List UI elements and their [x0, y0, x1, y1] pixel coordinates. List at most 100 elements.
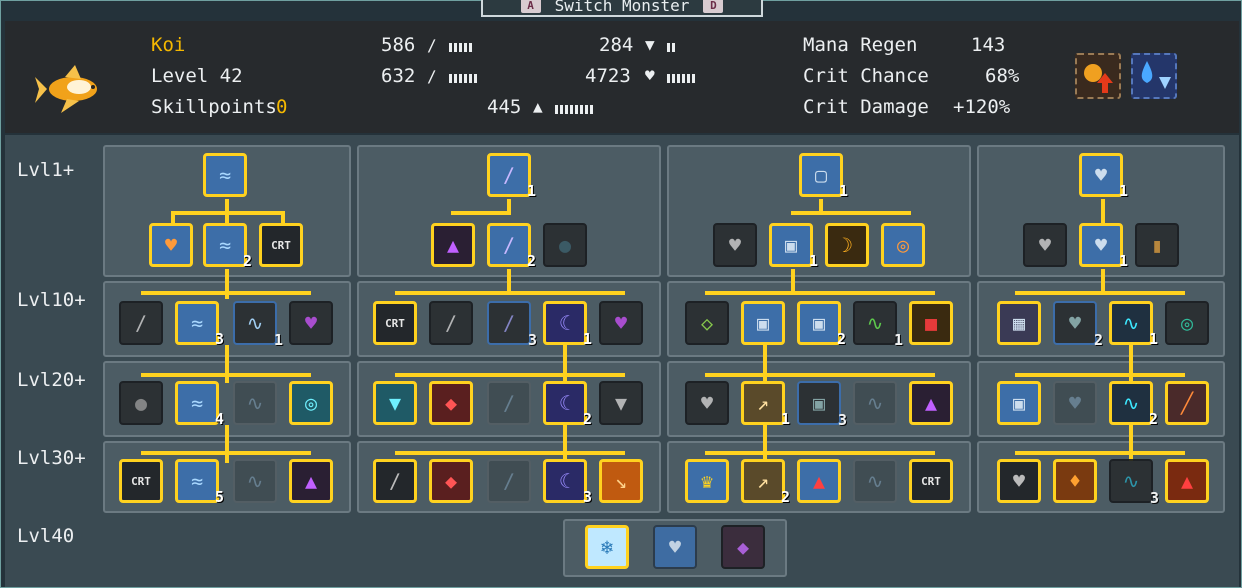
tree3-lvl30-crit-skill[interactable]: CRT — [909, 459, 953, 503]
level-label-1: Lvl1+ — [17, 159, 75, 181]
tree1-lvl30-potion-skill[interactable]: ▲ — [289, 459, 333, 503]
tree4-lvl10-skill-d[interactable]: ◎ — [1165, 301, 1209, 345]
tree2-lvl30-skill-a[interactable]: ∕ — [373, 459, 417, 503]
tree2-root-skill[interactable]: ∕ 1 — [487, 153, 536, 200]
tree3-lvl30-crown-skill[interactable]: ♛ — [685, 459, 729, 503]
tree2-lvl10-crit-skill[interactable]: CRT — [373, 301, 417, 345]
koi-fish-icon — [35, 65, 97, 113]
heart-icon: ♥ — [645, 66, 655, 85]
lvl40-leaf-skill[interactable]: ◆ — [721, 525, 765, 569]
crit-chance-value: 68% — [985, 65, 1020, 87]
mana-regen-label: Mana Regen — [803, 34, 918, 56]
tree4-lvl20-skill-a[interactable]: ▣ — [997, 381, 1041, 425]
tree1-heart-skill[interactable]: ♥ — [149, 223, 193, 267]
tree1-lvl30-crit-skill[interactable]: CRT — [119, 459, 163, 503]
tree2-lvl20-skill-e[interactable]: ▼ — [599, 381, 643, 425]
wand-icon: ∕ — [427, 67, 437, 86]
window-title: Switch Monster — [554, 0, 690, 15]
shield-icon: ▼ — [645, 35, 655, 54]
tree3-lvl20-claw-skill[interactable]: ↗ 1 — [741, 381, 790, 428]
tree2-cauldron-skill[interactable]: ● — [543, 223, 587, 267]
tree1-lvl10-skill-c[interactable]: ∿ 1 — [233, 301, 283, 349]
lvl40-ice-skill[interactable]: ❄ — [585, 525, 629, 569]
tree2-lvl10-skill-b[interactable]: ∕ — [429, 301, 473, 345]
defense-value: 284 — [599, 34, 634, 56]
potion-icon: ▲ — [533, 97, 543, 116]
tree3-lvl20-skill-d[interactable]: ∿ — [853, 381, 897, 425]
lvl40-hearts-skill[interactable]: ♥ — [653, 525, 697, 569]
tree1-root-skill[interactable]: ≈ — [203, 153, 247, 197]
tree3-lvl10-skill-b[interactable]: ▣ — [741, 301, 785, 345]
tree4-heart-skill[interactable]: ♥ — [1023, 223, 1067, 267]
tree4-lvl30-heart-skill[interactable]: ♥ — [997, 459, 1041, 503]
tree3-heart-skill[interactable]: ♥ — [713, 223, 757, 267]
tree4-barrel-skill[interactable]: ▮ — [1135, 223, 1179, 267]
tree1-lvl20-skill-d[interactable]: ◎ — [289, 381, 333, 425]
next-monster-key[interactable]: D — [703, 0, 724, 13]
attack-value: 586 — [381, 34, 416, 56]
attack-up-buff-icon[interactable] — [1075, 53, 1121, 99]
tree1-lvl10-skill-a[interactable]: ∕ — [119, 301, 163, 345]
tree1-lvl30-skill-c[interactable]: ∿ — [233, 459, 277, 503]
tree3-lvl20-skill-a[interactable]: ♥ — [685, 381, 729, 425]
tree2-lvl10-skill-e[interactable]: ♥ — [599, 301, 643, 345]
water-defense-buff-icon[interactable] — [1131, 53, 1177, 99]
tree2-lvl30-arrow-skill[interactable]: ↘ — [599, 459, 643, 503]
tree3-lvl10-skill-e[interactable]: ■ — [909, 301, 953, 345]
tree3-root-skill[interactable]: ▢ 1 — [799, 153, 848, 200]
mana-value: 445 — [487, 96, 522, 118]
tree1-crit-skill[interactable]: CRT — [259, 223, 303, 267]
tree3-lvl30-claw-skill[interactable]: ↗ 2 — [741, 459, 790, 506]
tree4-hearts-skill[interactable]: ♥ 1 — [1079, 223, 1128, 270]
tree2-lvl20-moon-skill[interactable]: ☾ 2 — [543, 381, 592, 428]
tree3-orb-skill[interactable]: ◎ — [881, 223, 925, 267]
tree1-lvl20-skill-b[interactable]: ≈4 — [175, 381, 224, 428]
prev-monster-key[interactable]: A — [520, 0, 541, 13]
tree1-lvl20-skill-a[interactable]: ● — [119, 381, 163, 425]
switch-monster-window: A Switch Monster D Koi Level 42 Skillpoi… — [0, 0, 1242, 588]
tree1-lvl10-skill-b[interactable]: ≈3 — [175, 301, 224, 348]
tree3-lvl30-up-skill[interactable]: ▲ — [797, 459, 841, 503]
tree2-lvl30-skill-b[interactable]: ◆ — [429, 459, 473, 503]
tree3-lvl10-skill-d[interactable]: ∿ 1 — [853, 301, 903, 349]
tree3-lvl10-skill-c[interactable]: ▣ 2 — [797, 301, 846, 348]
tree2-wand-skill[interactable]: ∕ 2 — [487, 223, 536, 270]
tree4-lvl10-wave-skill[interactable]: ∿ 1 — [1109, 301, 1158, 348]
tree4-lvl30-up-skill[interactable]: ▲ — [1165, 459, 1209, 503]
tree3-lvl30-skill-d[interactable]: ∿ — [853, 459, 897, 503]
tree4-lvl20-wave-skill[interactable]: ∿ 2 — [1109, 381, 1158, 428]
tree1-lvl20-skill-c[interactable]: ∿ — [233, 381, 277, 425]
tree1-lvl30-feather-skill[interactable]: ≈5 — [175, 459, 224, 506]
tree2-lvl30-skill-c[interactable]: ∕ — [487, 459, 531, 503]
tree3-lvl20-potion-skill[interactable]: ▲ — [909, 381, 953, 425]
tree3-moon-skill[interactable]: ☽ — [825, 223, 869, 267]
monster-name: Koi — [151, 34, 186, 56]
tree4-root-skill[interactable]: ♥ 1 — [1079, 153, 1128, 200]
magic-attack-bar — [449, 74, 477, 83]
tree2-lvl20-skill-a[interactable]: ▼ — [373, 381, 417, 425]
tree2-lvl10-skill-c[interactable]: ∕ 3 — [487, 301, 537, 349]
tree1-lvl10-skill-d[interactable]: ♥ — [289, 301, 333, 345]
tree4-lvl10-skill-b[interactable]: ♥ 2 — [1053, 301, 1103, 349]
tree1-feather-skill[interactable]: ≈2 — [203, 223, 252, 270]
sword-icon: ∕ — [427, 36, 437, 55]
magic-attack-value: 632 — [381, 65, 416, 87]
tree2-lvl20-skill-c[interactable]: ∕ — [487, 381, 531, 425]
health-value: 4723 — [585, 65, 631, 87]
mana-regen-value: 143 — [971, 34, 1006, 56]
tree3-lvl20-skill-c[interactable]: ▣ 3 — [797, 381, 847, 429]
skillpoints-label: Skillpoints — [151, 96, 277, 118]
tree2-lvl20-skill-b[interactable]: ◆ — [429, 381, 473, 425]
tree4-lvl30-wave-skill[interactable]: ∿ 3 — [1109, 459, 1159, 507]
monster-stats-header: Koi Level 42 Skillpoints 0 586 ∕ 632 ∕ 2… — [5, 21, 1239, 133]
tree2-potion-skill[interactable]: ▲ — [431, 223, 475, 267]
tree4-lvl30-fire-skill[interactable]: ♦ — [1053, 459, 1097, 503]
tree4-lvl20-rain-skill[interactable]: ╱ — [1165, 381, 1209, 425]
tree4-lvl10-skill-a[interactable]: ▦ — [997, 301, 1041, 345]
tree4-lvl20-skill-b[interactable]: ♥ — [1053, 381, 1097, 425]
tree3-armor-skill[interactable]: ▣ 1 — [769, 223, 818, 270]
tree2-lvl10-moon-skill[interactable]: ☾ 1 — [543, 301, 592, 348]
level-label-30: Lvl30+ — [17, 447, 86, 469]
tree3-lvl10-skill-a[interactable]: ◇ — [685, 301, 729, 345]
tree2-lvl30-moon-skill[interactable]: ☾ 3 — [543, 459, 592, 506]
